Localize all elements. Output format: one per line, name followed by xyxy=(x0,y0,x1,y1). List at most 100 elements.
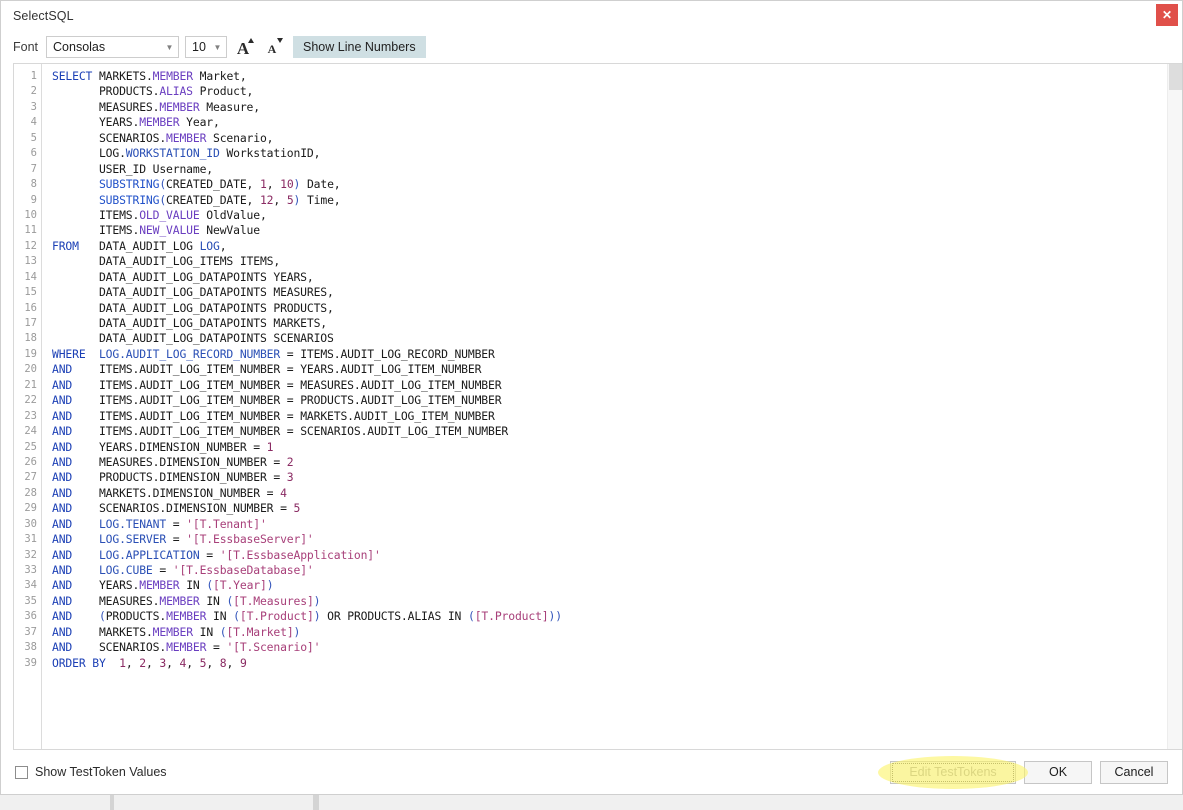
code-token: 3 xyxy=(286,470,294,485)
code-line[interactable]: DATA_AUDIT_LOG_DATAPOINTS MARKETS, xyxy=(52,316,1182,331)
code-line[interactable]: YEARS.MEMBER Year, xyxy=(52,115,1182,130)
code-token: AND xyxy=(52,547,99,562)
code-line[interactable]: DATA_AUDIT_LOG_ITEMS ITEMS, xyxy=(52,254,1182,269)
code-token: = xyxy=(199,547,220,562)
code-token: , xyxy=(219,238,227,253)
code-token: 1 xyxy=(266,439,274,454)
code-line[interactable]: DATA_AUDIT_LOG_DATAPOINTS YEARS, xyxy=(52,270,1182,285)
code-line[interactable]: SCENARIOS.MEMBER Scenario, xyxy=(52,131,1182,146)
code-token: MARKETS.DIMENSION_NUMBER = xyxy=(98,485,281,500)
code-line[interactable]: USER_ID Username, xyxy=(52,162,1182,177)
code-line[interactable]: DATA_AUDIT_LOG_DATAPOINTS PRODUCTS, xyxy=(52,301,1182,316)
editor-scroll-area[interactable]: 1 2 3 4 5 6 7 8 9 10 11 12 13 14 15 16 17 18 19 20 21 22 23 24 2… xyxy=(14,64,1182,749)
code-token: IN xyxy=(199,593,227,608)
code-token: 5 xyxy=(286,192,294,207)
code-token: = xyxy=(166,532,187,547)
code-token: OR PRODUCTS.ALIAS IN xyxy=(320,609,468,624)
show-testtoken-values-checkbox[interactable]: Show TestToken Values xyxy=(15,765,167,779)
code-line[interactable]: AND YEARS.DIMENSION_NUMBER = 1 xyxy=(52,440,1182,455)
code-line[interactable]: SUBSTRING(CREATED_DATE, 12, 5) Time, xyxy=(52,193,1182,208)
code-token: IN xyxy=(179,578,207,593)
code-token: MEMBER xyxy=(152,69,193,83)
code-token: ITEMS xyxy=(52,223,133,238)
decrease-font-size-button[interactable]: A xyxy=(259,35,285,59)
code-line[interactable]: ORDER BY 1, 2, 3, 4, 5, 8, 9 xyxy=(52,656,1182,671)
sql-editor[interactable]: 1 2 3 4 5 6 7 8 9 10 11 12 13 14 15 16 17 18 19 20 21 22 23 24 2… xyxy=(13,63,1182,750)
vertical-scrollbar[interactable] xyxy=(1167,64,1182,749)
increase-font-size-button[interactable]: A xyxy=(230,35,256,59)
code-token: ( xyxy=(467,609,475,624)
show-line-numbers-toggle[interactable]: Show Line Numbers xyxy=(293,36,426,58)
title-bar: SelectSQL ✕ xyxy=(1,1,1182,32)
code-token: AND xyxy=(52,624,99,639)
code-token: SCENARIOS.DIMENSION_NUMBER = xyxy=(98,501,294,516)
arrow-up-icon xyxy=(248,38,255,43)
code-line[interactable]: MEASURES.MEMBER Measure, xyxy=(52,100,1182,115)
code-line[interactable]: AND SCENARIOS.DIMENSION_NUMBER = 5 xyxy=(52,501,1182,516)
ok-button[interactable]: OK xyxy=(1024,760,1092,784)
code-line[interactable]: AND ITEMS.AUDIT_LOG_ITEM_NUMBER = MARKET… xyxy=(52,409,1182,424)
code-token: MEMBER xyxy=(166,640,207,655)
code-line[interactable]: AND LOG.CUBE = '[T.EssbaseDatabase]' xyxy=(52,563,1182,578)
code-token: MARKETS xyxy=(98,624,146,639)
code-token: LOG xyxy=(199,238,220,253)
code-line[interactable]: AND YEARS.MEMBER IN ([T.Year]) xyxy=(52,578,1182,593)
code-token: PRODUCTS xyxy=(52,84,153,99)
sql-code-area[interactable]: SELECT MARKETS.MEMBER Market, PRODUCTS.A… xyxy=(42,64,1182,749)
code-line[interactable]: AND MEASURES.DIMENSION_NUMBER = 2 xyxy=(52,455,1182,470)
code-token: DATA_AUDIT_LOG_DATAPOINTS MEASURES, xyxy=(52,285,334,300)
code-line[interactable]: AND ITEMS.AUDIT_LOG_ITEM_NUMBER = PRODUC… xyxy=(52,393,1182,408)
code-token: CREATED_DATE, xyxy=(166,177,260,192)
code-line[interactable]: AND ITEMS.AUDIT_LOG_ITEM_NUMBER = YEARS.… xyxy=(52,362,1182,377)
code-line[interactable]: AND MARKETS.DIMENSION_NUMBER = 4 xyxy=(52,486,1182,501)
line-number: 24 xyxy=(24,425,37,438)
edit-testtokens-button[interactable]: Edit TestTokens xyxy=(890,760,1016,784)
show-testtoken-values-label: Show TestToken Values xyxy=(35,765,167,779)
code-line[interactable]: AND MEASURES.MEMBER IN ([T.Measures]) xyxy=(52,594,1182,609)
code-line[interactable]: AND LOG.APPLICATION = '[T.EssbaseApplica… xyxy=(52,548,1182,563)
code-token: Time, xyxy=(300,192,341,207)
code-token: AND xyxy=(52,408,99,423)
code-line[interactable]: SUBSTRING(CREATED_DATE, 1, 10) Date, xyxy=(52,177,1182,192)
code-token: ( xyxy=(233,609,240,624)
code-token: DATA_AUDIT_LOG_DATAPOINTS PRODUCTS, xyxy=(52,300,334,315)
code-token: AND xyxy=(52,609,99,624)
code-line[interactable]: LOG.WORKSTATION_ID WorkstationID, xyxy=(52,146,1182,161)
code-line[interactable]: DATA_AUDIT_LOG_DATAPOINTS MEASURES, xyxy=(52,285,1182,300)
code-token: ) xyxy=(313,593,321,608)
code-token: AND xyxy=(52,424,99,439)
line-number: 15 xyxy=(24,286,37,299)
font-family-select[interactable]: Consolas ▼ xyxy=(46,36,180,58)
code-line[interactable]: AND LOG.SERVER = '[T.EssbaseServer]' xyxy=(52,532,1182,547)
line-number: 21 xyxy=(24,378,37,391)
code-line[interactable]: DATA_AUDIT_LOG_DATAPOINTS SCENARIOS xyxy=(52,331,1182,346)
code-token: = xyxy=(166,516,187,531)
code-token: AND xyxy=(52,454,99,469)
code-line[interactable]: PRODUCTS.ALIAS Product, xyxy=(52,84,1182,99)
cancel-button[interactable]: Cancel xyxy=(1100,760,1168,784)
code-token: WHERE xyxy=(52,346,99,361)
code-line[interactable]: AND SCENARIOS.MEMBER = '[T.Scenario]' xyxy=(52,640,1182,655)
close-icon[interactable]: ✕ xyxy=(1156,4,1178,26)
code-line[interactable]: AND ITEMS.AUDIT_LOG_ITEM_NUMBER = SCENAR… xyxy=(52,424,1182,439)
code-token: AND xyxy=(52,501,99,516)
vertical-scrollbar-thumb[interactable] xyxy=(1169,64,1182,90)
code-token: = ITEMS.AUDIT_LOG_RECORD_NUMBER xyxy=(280,346,495,361)
code-token: SUBSTRING xyxy=(52,192,160,207)
code-line[interactable]: FROM DATA_AUDIT_LOG LOG, xyxy=(52,239,1182,254)
code-line[interactable]: SELECT MARKETS.MEMBER Market, xyxy=(52,69,1182,84)
code-line[interactable]: ITEMS.NEW_VALUE NewValue xyxy=(52,223,1182,238)
code-line[interactable]: AND (PRODUCTS.MEMBER IN ([T.Product]) OR… xyxy=(52,609,1182,624)
code-line[interactable]: AND LOG.TENANT = '[T.Tenant]' xyxy=(52,517,1182,532)
code-token: Product, xyxy=(192,84,254,99)
code-line[interactable]: AND MARKETS.MEMBER IN ([T.Market]) xyxy=(52,625,1182,640)
code-token: ( xyxy=(98,609,106,624)
line-number: 19 xyxy=(24,347,37,360)
code-line[interactable]: AND ITEMS.AUDIT_LOG_ITEM_NUMBER = MEASUR… xyxy=(52,378,1182,393)
font-size-select[interactable]: 10 ▼ xyxy=(185,36,228,58)
code-token: . xyxy=(145,624,153,639)
code-line[interactable]: ITEMS.OLD_VALUE OldValue, xyxy=(52,208,1182,223)
code-line[interactable]: WHERE LOG.AUDIT_LOG_RECORD_NUMBER = ITEM… xyxy=(52,347,1182,362)
code-token: ITEMS.AUDIT_LOG_ITEM_NUMBER = MARKETS.AU… xyxy=(98,408,495,423)
code-line[interactable]: AND PRODUCTS.DIMENSION_NUMBER = 3 xyxy=(52,470,1182,485)
